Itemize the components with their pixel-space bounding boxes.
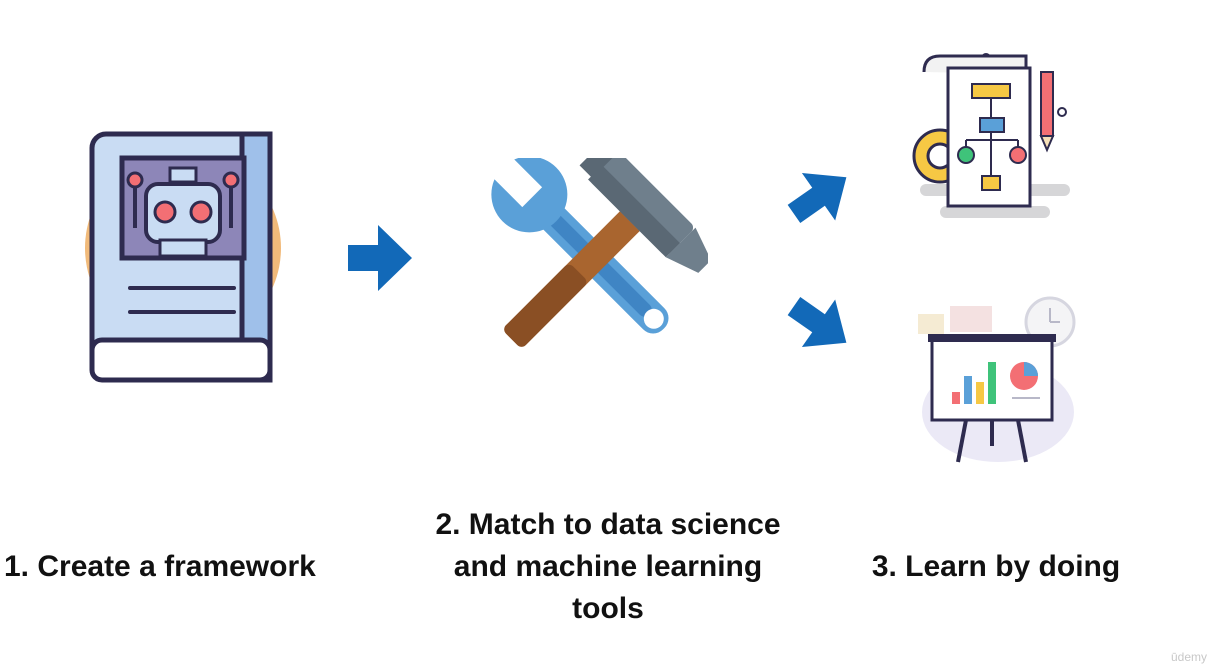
step-3-label: 3. Learn by doing bbox=[871, 550, 1121, 583]
presentation-board-icon bbox=[918, 296, 1076, 463]
step-2-label-line: and machine learning bbox=[453, 550, 763, 583]
step-2-label-line: 2. Match to data science bbox=[435, 508, 781, 541]
diagram-canvas: 1. Create a framework 2. Match to data s… bbox=[0, 0, 1213, 668]
step-2-label-line: tools bbox=[572, 592, 644, 625]
flowchart-document-icon bbox=[912, 53, 1070, 218]
arrow-right-icon bbox=[787, 297, 847, 348]
watermark-logo: ūdemy bbox=[1170, 650, 1207, 664]
step-1-label: 1. Create a framework bbox=[4, 550, 316, 583]
hammer-wrench-icon bbox=[491, 158, 708, 347]
robot-book-icon bbox=[85, 131, 281, 383]
arrow-right-icon bbox=[787, 172, 847, 223]
step-2-label: 2. Match to data science and machine lea… bbox=[392, 504, 824, 630]
arrow-right-icon bbox=[348, 225, 412, 291]
